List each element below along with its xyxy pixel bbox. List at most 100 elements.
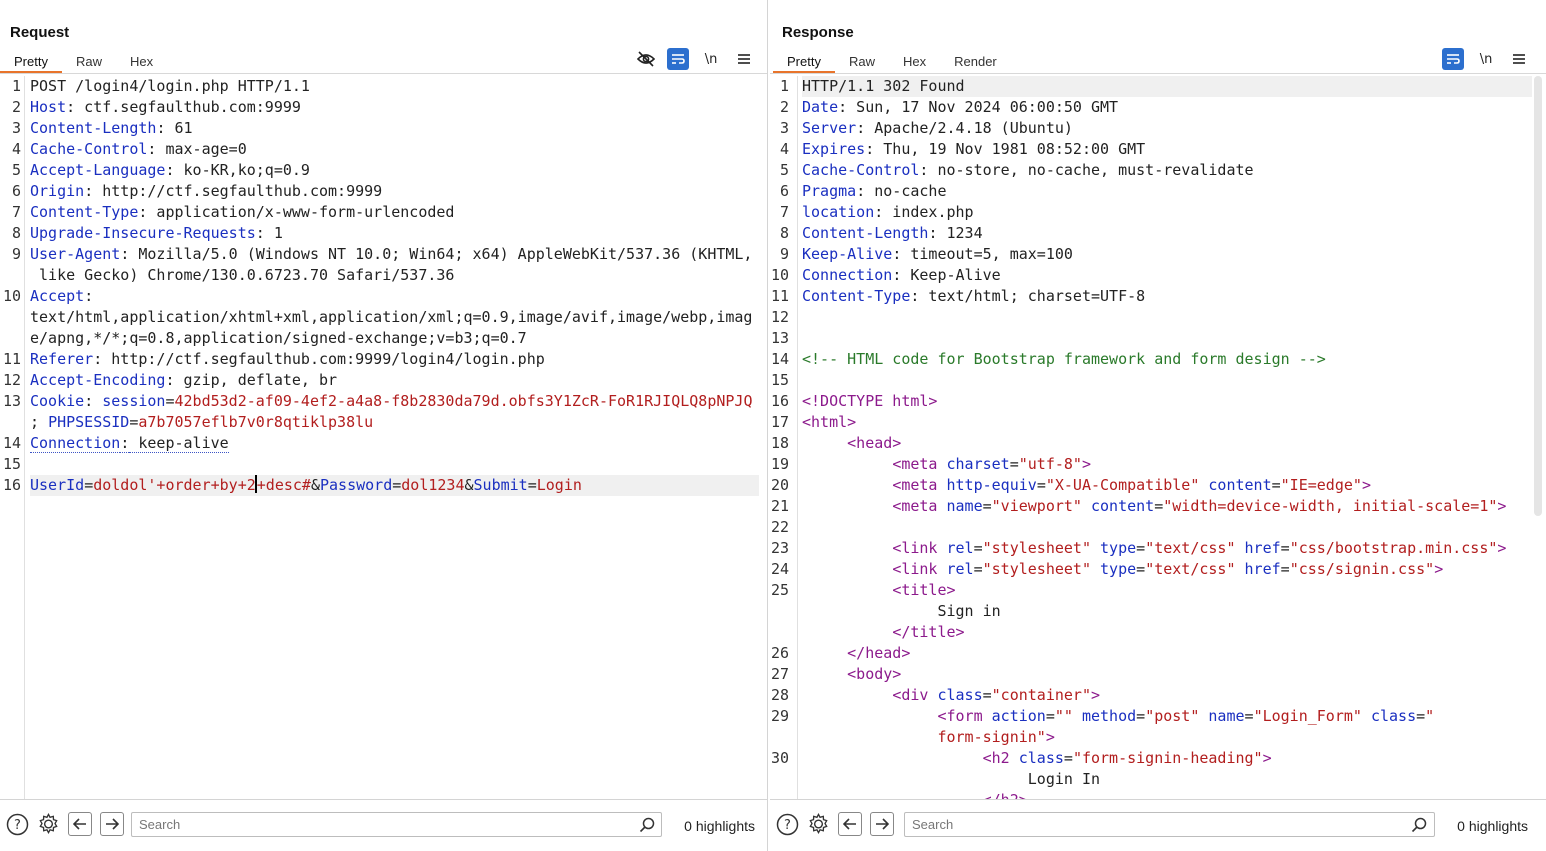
response-code[interactable]: HTTP/1.1 302 Found Date: Sun, 17 Nov 202…	[802, 76, 1532, 799]
request-bottom-bar: ? 0 highlights	[0, 799, 767, 851]
line-number: 4	[779, 140, 789, 158]
html-tag-end: >	[1081, 455, 1091, 473]
html-tag-end: >	[1497, 539, 1507, 557]
line-number: 7	[11, 203, 21, 221]
request-tab-pretty[interactable]: Pretty	[0, 51, 62, 73]
code-line-wrap: e/apng,*/*;q=0.8,application/signed-exch…	[30, 328, 759, 349]
response-tab-pretty[interactable]: Pretty	[773, 51, 835, 73]
header-name: Date	[802, 98, 839, 116]
html-eq: =	[1136, 560, 1146, 578]
code-line-wrap: form-signin">	[802, 727, 1532, 748]
gear-icon	[809, 812, 828, 835]
html-eq: =	[973, 539, 983, 557]
html-attr: type	[1091, 560, 1137, 578]
code-line: Cache-Control: max-age=0	[30, 140, 247, 158]
response-tab-hex[interactable]: Hex	[889, 51, 940, 73]
code-line: <h2 class="form-signin-heading">	[802, 748, 1532, 769]
request-search-input[interactable]	[131, 812, 662, 837]
line-number: 1	[11, 77, 21, 95]
header-value: Apache/2.4.18 (Ubuntu)	[865, 119, 1073, 137]
request-tab-raw[interactable]: Raw	[62, 51, 116, 73]
arrow-left-icon	[73, 818, 86, 830]
code-line: Content-Length: 61	[30, 119, 193, 137]
html-text: Sign in	[937, 602, 1001, 620]
newline-toggle-button[interactable]: \n	[699, 48, 723, 70]
response-scrollbar[interactable]	[1534, 76, 1542, 516]
html-attr-value: "Login_Form"	[1253, 707, 1362, 725]
hide-nonprintable-button[interactable]	[635, 48, 657, 70]
line-number: 29	[770, 707, 789, 725]
line-number: 20	[770, 476, 789, 494]
response-tab-render[interactable]: Render	[940, 51, 1011, 73]
request-editor[interactable]: 1 2 3 4 5 6 7 8 9 10 11 12 13 14 15 16 POST /login4/log…	[0, 76, 767, 799]
response-tab-raw[interactable]: Raw	[835, 51, 889, 73]
code-line-wrap: Login In	[802, 769, 1532, 790]
code-line: Content-Type: text/html; charset=UTF-8	[802, 287, 1146, 305]
html-attr-value: "form-signin-heading"	[1072, 749, 1263, 767]
settings-button[interactable]	[37, 812, 60, 836]
response-bottom-bar: ? 0 highlights	[770, 799, 1546, 851]
html-attr: href	[1235, 539, 1281, 557]
response-menu-button[interactable]	[1508, 48, 1530, 70]
header-value: Sun, 17 Nov 2024 06:00:50 GMT	[847, 98, 1119, 116]
html-eq: =	[982, 686, 992, 704]
search-icon	[1411, 817, 1427, 833]
header-value: http://ctf.segfaulthub.com:9999/login4/l…	[102, 350, 545, 368]
request-nav-icons: ?	[6, 812, 124, 836]
html-attr: method	[1072, 707, 1137, 725]
param-name: Submit	[473, 476, 528, 494]
code-line: <body>	[802, 664, 1532, 685]
request-code[interactable]: POST /login4/login.php HTTP/1.1 Host: ct…	[30, 76, 759, 496]
html-attr: content	[1199, 476, 1272, 494]
pretty-wrap-button[interactable]	[1442, 48, 1464, 70]
html-eq: =	[1154, 497, 1164, 515]
html-tag-end: >	[1045, 728, 1055, 746]
html-attr-value: "stylesheet"	[982, 560, 1091, 578]
code-line: location: index.php	[802, 203, 974, 221]
pretty-wrap-button[interactable]	[667, 48, 689, 70]
header-name: Referer	[30, 350, 94, 368]
response-pane: Response Pretty Raw Hex Render \n 123456…	[770, 0, 1546, 851]
back-button[interactable]	[68, 812, 92, 836]
status-line: HTTP/1.1 302 Found	[802, 77, 965, 95]
request-pane: Request Pretty Raw Hex \n 1 2 3 4 5 6 7 8 9 10 11 1…	[0, 0, 768, 851]
code-line-wrap: ; PHPSESSID=a7b7057eflb7v0r8qtiklp38lu	[30, 413, 374, 431]
header-name: Host	[30, 98, 67, 116]
code-line: <title>	[802, 580, 1532, 601]
header-value: text/html,application/xhtml+xml,applicat…	[30, 308, 753, 326]
html-eq: =	[1036, 476, 1046, 494]
back-button[interactable]	[838, 812, 862, 836]
html-attr: class	[928, 686, 983, 704]
forward-button[interactable]	[870, 812, 894, 836]
settings-button[interactable]	[807, 812, 830, 836]
header-value: e/apng,*/*;q=0.8,application/signed-exch…	[30, 329, 527, 347]
newline-toggle-button[interactable]: \n	[1474, 48, 1498, 70]
forward-button[interactable]	[100, 812, 124, 836]
line-number: 7	[779, 203, 789, 221]
response-toolbar: \n	[1442, 48, 1530, 70]
arrow-left-icon	[843, 818, 856, 830]
request-menu-button[interactable]	[733, 48, 755, 70]
help-button[interactable]: ?	[6, 813, 29, 836]
hamburger-menu-icon	[738, 54, 750, 64]
request-tab-hex[interactable]: Hex	[116, 51, 167, 73]
line-number: 21	[770, 497, 789, 515]
html-tag-end: >	[1361, 476, 1371, 494]
html-doctype: <!DOCTYPE html>	[802, 392, 938, 410]
header-name: Keep-Alive	[802, 245, 893, 263]
response-editor[interactable]: 1 2 3 4 5 6 7 8 9 10 11 12 13 14 15 16 17 18 19 20 21 22 23 24 2…	[770, 76, 1546, 799]
response-search-input[interactable]	[904, 812, 1435, 837]
header-value: 61	[165, 119, 193, 137]
code-line: Pragma: no-cache	[802, 182, 947, 200]
line-number: 2	[779, 98, 789, 116]
svg-text:?: ?	[14, 818, 21, 833]
help-button[interactable]: ?	[776, 813, 799, 836]
header-name: Connection	[30, 434, 121, 453]
code-line: <!-- HTML code for Bootstrap framework a…	[802, 349, 1532, 370]
code-line: </head>	[802, 643, 1532, 664]
html-tag: <html>	[802, 413, 857, 431]
line-number: 17	[770, 413, 789, 431]
html-attr: href	[1235, 560, 1281, 578]
